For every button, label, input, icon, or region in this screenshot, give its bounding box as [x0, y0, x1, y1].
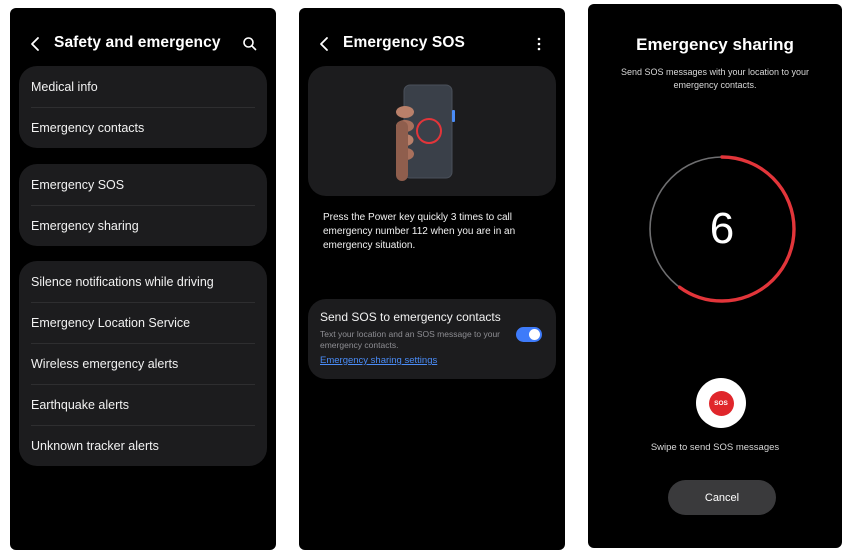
group-medical: Medical info Emergency contacts: [19, 66, 267, 148]
emergency-sharing-settings-link[interactable]: Emergency sharing settings: [320, 355, 437, 366]
sos-icon: SOS: [708, 390, 734, 416]
emergency-sos-screen: Emergency SOS Press the Power key quickl…: [299, 8, 565, 550]
menu-item-earthquake-alerts[interactable]: Earthquake alerts: [19, 384, 267, 425]
send-sos-toggle[interactable]: [516, 327, 542, 342]
menu-item-tracker-alerts[interactable]: Unknown tracker alerts: [19, 425, 267, 466]
countdown-number: 6: [709, 204, 735, 253]
power-key-illustration-icon: [396, 84, 455, 181]
back-chevron-icon[interactable]: [28, 32, 44, 56]
group-alerts: Silence notifications while driving Emer…: [19, 261, 267, 466]
menu-item-wireless-alerts[interactable]: Wireless emergency alerts: [19, 343, 267, 384]
header: Safety and emergency: [10, 32, 276, 56]
toggle-knob: [529, 329, 540, 340]
menu-item-emergency-sos[interactable]: Emergency SOS: [19, 164, 267, 205]
swipe-hint: Swipe to send SOS messages: [650, 442, 780, 453]
search-icon[interactable]: [240, 34, 260, 54]
page-title: Safety and emergency: [54, 34, 221, 51]
page-title: Emergency SOS: [343, 34, 465, 51]
group-sos: Emergency SOS Emergency sharing: [19, 164, 267, 246]
menu-item-medical-info[interactable]: Medical info: [19, 66, 267, 107]
sos-description: Press the Power key quickly 3 times to c…: [323, 212, 516, 251]
send-sos-card[interactable]: Send SOS to emergency contacts Text your…: [308, 299, 556, 379]
menu-item-emergency-sharing[interactable]: Emergency sharing: [19, 205, 267, 246]
menu-item-emergency-location[interactable]: Emergency Location Service: [19, 302, 267, 343]
menu-item-silence-notifications[interactable]: Silence notifications while driving: [19, 261, 267, 302]
back-chevron-icon[interactable]: [317, 32, 333, 56]
send-sos-title: Send SOS to emergency contacts: [320, 310, 501, 324]
send-sos-subtitle: Text your location and an SOS message to…: [320, 329, 501, 350]
emergency-sharing-screen: Emergency sharing Send SOS messages with…: [588, 4, 842, 548]
cancel-button[interactable]: Cancel: [668, 480, 776, 515]
phone-illustration: [308, 66, 556, 196]
sharing-subtitle: Send SOS messages with your location to …: [620, 67, 810, 90]
safety-emergency-screen: Safety and emergency Medical info Emerge…: [10, 8, 276, 550]
sos-swipe-button[interactable]: SOS: [696, 378, 746, 428]
more-vertical-icon[interactable]: [529, 34, 549, 54]
header: Emergency SOS: [299, 32, 565, 56]
page-title: Emergency sharing: [636, 35, 794, 54]
menu-item-emergency-contacts[interactable]: Emergency contacts: [19, 107, 267, 148]
